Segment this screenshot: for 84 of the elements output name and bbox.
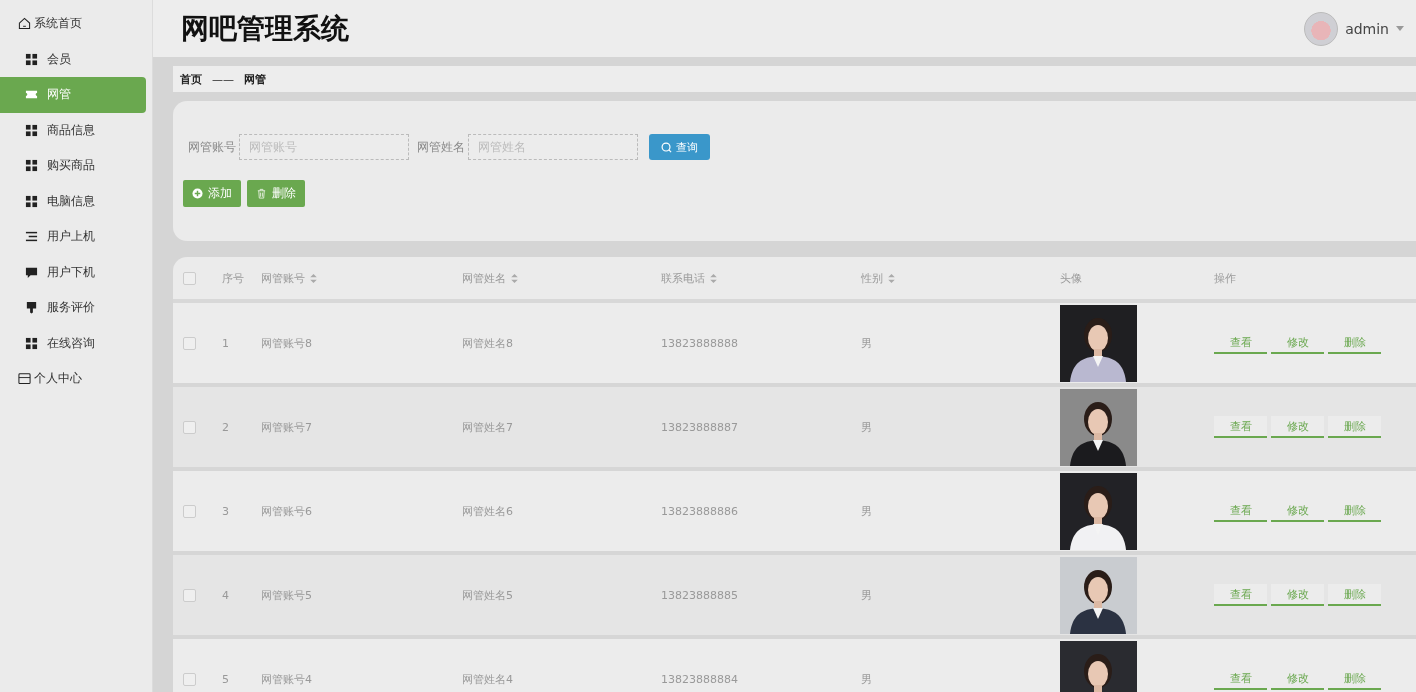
avatar-icon xyxy=(1304,11,1339,46)
breadcrumb-current: 网管 xyxy=(244,71,266,87)
table-cell: 13823888887 xyxy=(661,420,738,434)
grid-icon xyxy=(25,159,38,173)
table-cell: 13823888884 xyxy=(661,672,738,686)
breadcrumb-separator: —— xyxy=(212,72,234,86)
field-label: 网管账号 xyxy=(188,138,236,156)
column-header: 性别 xyxy=(861,270,883,286)
app-title: 网吧管理系统 xyxy=(181,10,349,47)
trash-icon xyxy=(256,188,267,199)
sidebar-item[interactable]: 商品信息 xyxy=(0,112,146,148)
sidebar-item[interactable]: 个人中心 xyxy=(0,361,146,397)
table-cell: 网管账号5 xyxy=(261,587,312,603)
sort-icon[interactable] xyxy=(888,273,895,283)
table-cell: 网管账号6 xyxy=(261,503,312,519)
sidebar-item[interactable]: 购买商品 xyxy=(0,148,146,184)
sidebar-item[interactable]: 电脑信息 xyxy=(0,183,146,219)
table-cell: 3 xyxy=(222,504,229,518)
delete-button[interactable]: 删除 xyxy=(247,180,305,207)
table-cell: 13823888886 xyxy=(661,504,738,518)
search-icon xyxy=(661,141,672,153)
caret-icon xyxy=(1396,26,1404,31)
grid-icon xyxy=(25,52,38,66)
table-cell: 男 xyxy=(861,335,872,351)
table-cell: 1 xyxy=(222,336,229,350)
table-cell: 2 xyxy=(222,420,229,434)
table-cell: 5 xyxy=(222,672,229,686)
breadcrumb-link[interactable]: 首页 xyxy=(180,71,202,87)
column-header: 网管账号 xyxy=(261,270,305,286)
row-checkbox[interactable] xyxy=(183,420,196,434)
row-action-button[interactable]: 删除 xyxy=(1328,416,1381,438)
home-icon xyxy=(18,17,31,31)
search-button[interactable]: 查询 xyxy=(649,134,710,160)
table-cell: 男 xyxy=(861,587,872,603)
row-checkbox[interactable] xyxy=(183,672,196,686)
pin-icon xyxy=(25,301,38,315)
row-action-button[interactable]: 查看 xyxy=(1214,584,1267,606)
sort-icon[interactable] xyxy=(511,273,518,283)
table-cell: 网管姓名4 xyxy=(462,671,513,687)
grid-icon xyxy=(25,123,38,137)
table-cell: 男 xyxy=(861,503,872,519)
chat-icon xyxy=(25,265,38,279)
row-action-button[interactable]: 查看 xyxy=(1214,416,1267,438)
table-cell: 男 xyxy=(861,419,872,435)
user-menu[interactable]: admin xyxy=(1304,11,1404,46)
grid-icon xyxy=(25,336,38,350)
table-cell: 网管姓名5 xyxy=(462,587,513,603)
table-cell: 网管账号8 xyxy=(261,335,312,351)
column-header: 操作 xyxy=(1214,270,1236,286)
column-header: 头像 xyxy=(1060,270,1082,286)
table-cell: 4 xyxy=(222,588,229,602)
table-cell: 网管姓名8 xyxy=(462,335,513,351)
add-button[interactable]: 添加 xyxy=(183,180,241,207)
field-label: 网管姓名 xyxy=(417,138,465,156)
column-header: 序号 xyxy=(222,270,244,286)
row-checkbox[interactable] xyxy=(183,588,196,602)
table-cell: 13823888888 xyxy=(661,336,738,350)
table-cell: 网管账号7 xyxy=(261,419,312,435)
sidebar-item[interactable]: 用户上机 xyxy=(0,219,146,255)
row-action-button[interactable]: 删除 xyxy=(1328,584,1381,606)
column-header: 联系电话 xyxy=(661,270,705,286)
table-cell: 网管账号4 xyxy=(261,671,312,687)
sidebar-item[interactable]: 用户下机 xyxy=(0,254,146,290)
row-checkbox[interactable] xyxy=(183,504,196,518)
wallet-icon xyxy=(18,372,31,386)
column-header: 网管姓名 xyxy=(462,270,506,286)
select-all-checkbox[interactable] xyxy=(183,271,196,285)
sort-icon[interactable] xyxy=(310,273,317,283)
row-action-button[interactable]: 修改 xyxy=(1271,416,1324,438)
sidebar-item[interactable]: 在线咨询 xyxy=(0,325,146,361)
grid-icon xyxy=(25,194,38,208)
row-action-button[interactable]: 修改 xyxy=(1271,584,1324,606)
table-cell: 网管姓名6 xyxy=(462,503,513,519)
sidebar-item[interactable]: 系统首页 xyxy=(0,6,146,42)
table-cell: 13823888885 xyxy=(661,588,738,602)
sidebar-item[interactable]: 服务评价 xyxy=(0,290,146,326)
table-cell: 网管姓名7 xyxy=(462,419,513,435)
sort-icon[interactable] xyxy=(710,273,717,283)
sidebar-item[interactable]: 会员 xyxy=(0,41,146,77)
list-icon xyxy=(25,230,38,244)
sidebar-item[interactable]: 网管 xyxy=(0,77,146,113)
row-checkbox[interactable] xyxy=(183,336,196,350)
plus-circle-icon xyxy=(192,188,203,199)
table-cell: 男 xyxy=(861,671,872,687)
